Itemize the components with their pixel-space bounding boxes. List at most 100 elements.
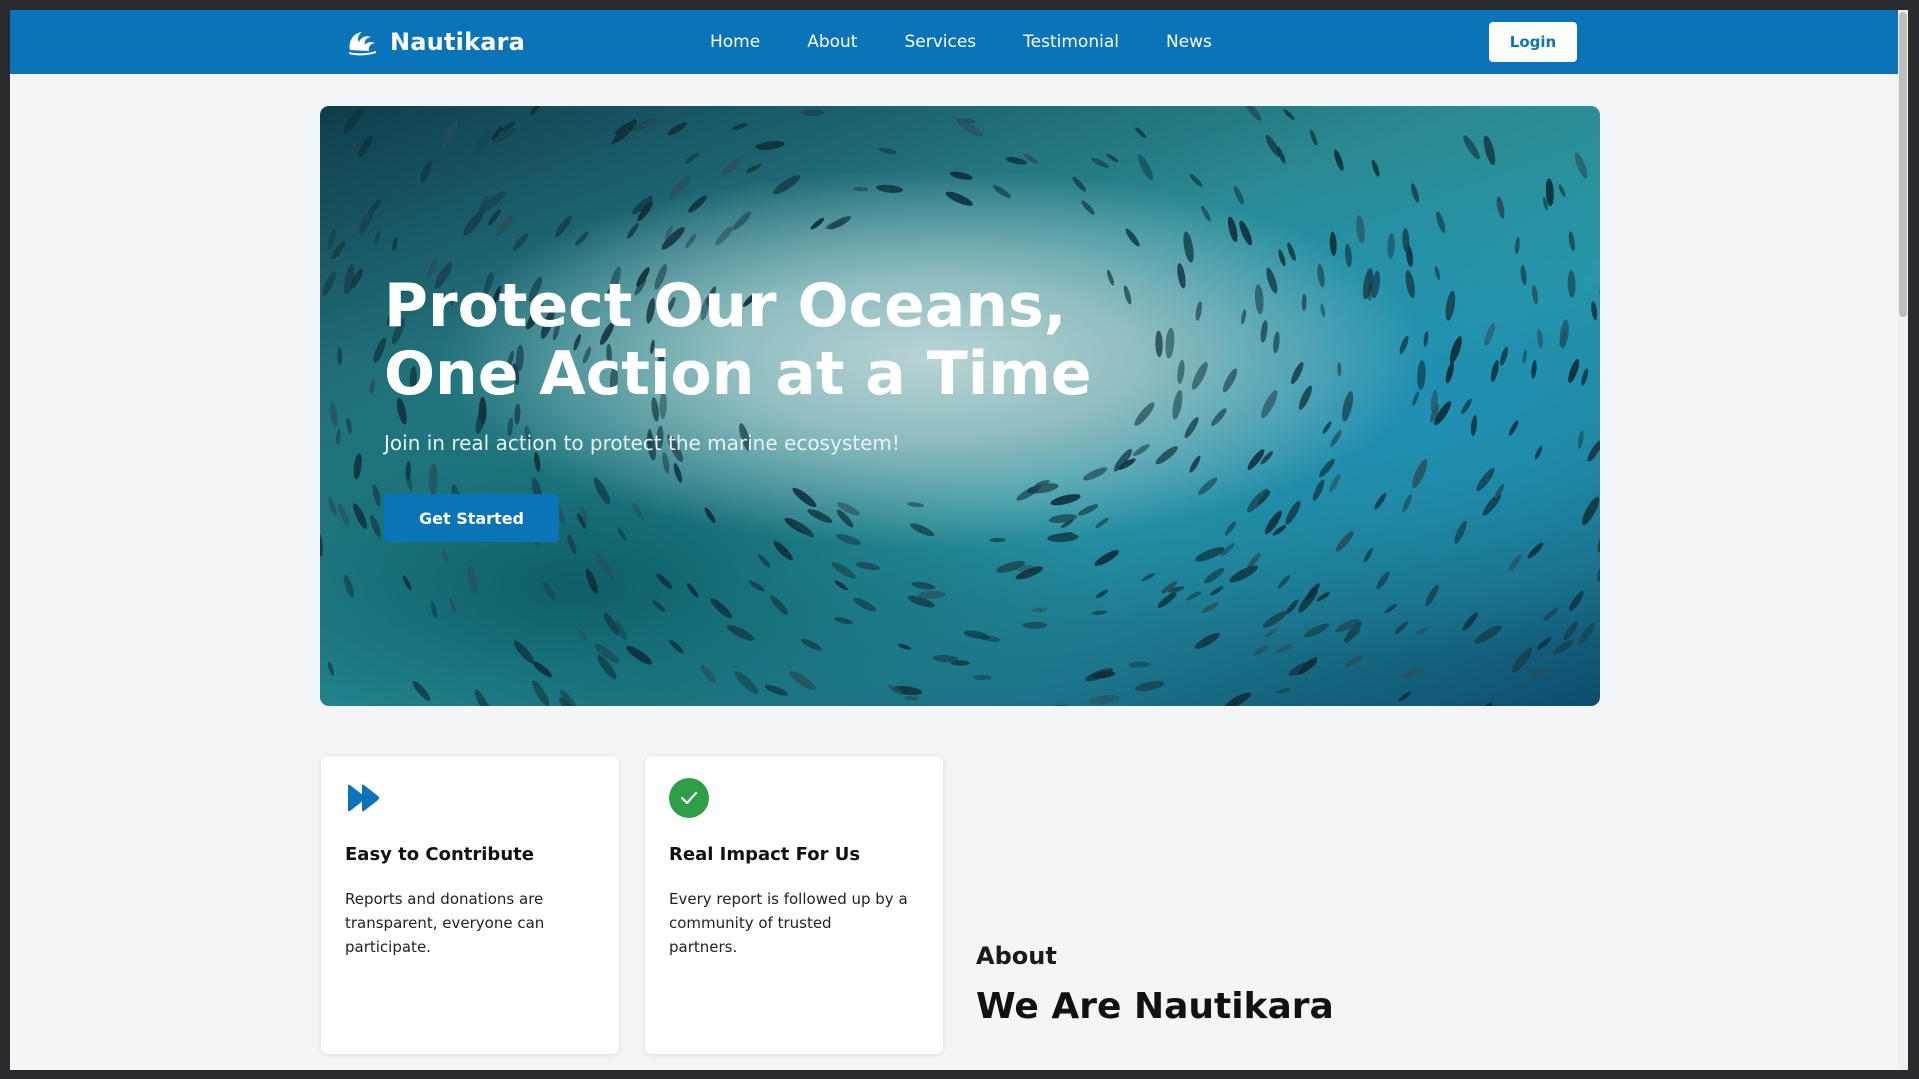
fish-shape [732,211,752,230]
fish-shape [1490,360,1499,382]
nav-link-home[interactable]: Home [710,32,760,52]
fish-shape [1522,349,1528,364]
fish-shape [1412,459,1428,489]
fish-shape [593,477,611,505]
fish-shape [1563,621,1579,641]
fish-shape [1436,211,1446,234]
fish-shape [1322,421,1332,434]
fish-shape [726,624,755,641]
brand-logo[interactable]: Nautikara [346,24,525,60]
fish-shape [1287,242,1296,261]
fish-shape [1091,157,1109,168]
fish-shape [1434,265,1441,281]
fish-shape [1072,176,1086,192]
nav-link-about[interactable]: About [807,32,857,52]
fish-shape [1298,385,1312,410]
fish-shape [1411,183,1419,203]
fish-shape [1191,361,1208,390]
fish-shape [1273,331,1280,354]
fish-shape [530,106,542,115]
fish-shape [1266,267,1278,294]
fish-shape [1531,285,1539,305]
fish-shape [632,502,644,521]
fish-shape [1134,127,1147,138]
fish-shape [748,580,765,592]
fish-shape [1304,623,1329,638]
fish-shape [1201,602,1219,613]
fish-shape [1106,269,1115,286]
fish-shape [1189,173,1203,187]
fish-shape [1329,473,1341,493]
fish-shape [1291,361,1304,385]
fish-shape [800,638,822,651]
scrollbar-thumb[interactable] [1899,12,1907,317]
fish-shape [346,417,352,434]
fish-shape [773,541,793,561]
fish-shape [1599,281,1600,302]
fish-shape [1320,303,1326,318]
fish-shape [662,452,670,474]
fish-shape [704,507,716,524]
nav-link-testimonial[interactable]: Testimonial [1023,32,1119,52]
fish-shape [320,528,323,558]
fish-shape [1374,493,1387,510]
hero-title-line-1: Protect Our Oceans, [384,271,1067,341]
fish-shape [656,573,673,590]
fish-shape [1473,702,1493,706]
fish-shape [1316,591,1330,602]
fish-shape [1520,264,1527,286]
fish-shape [1005,157,1027,165]
fish-shape [758,554,771,568]
fish-shape [715,226,733,246]
fish-shape [1531,360,1537,379]
nav-link-services[interactable]: Services [904,32,976,52]
fish-shape [1363,547,1373,563]
fish-shape [1253,645,1269,656]
fish-shape [1508,420,1519,436]
fish-shape [1260,320,1268,343]
fish-shape [1511,648,1533,673]
fish-shape [1423,330,1429,347]
fish-shape [1581,368,1589,386]
fish-shape [1022,621,1047,629]
login-button[interactable]: Login [1489,22,1577,62]
fish-shape [669,175,691,200]
fast-forward-icon [345,778,385,818]
fish-shape [945,191,973,206]
hero-title: Protect Our Oceans, One Action at a Time [384,272,1092,408]
fish-shape [1134,402,1155,426]
fish-shape [1318,458,1335,478]
vertical-scrollbar[interactable] [1898,10,1908,1070]
fish-shape [1528,667,1548,680]
fish-shape [1597,528,1600,553]
fish-shape [897,643,912,650]
fish-shape [1484,322,1496,346]
fish-shape [322,271,336,296]
fish-shape [1276,688,1291,694]
fish-shape [353,503,368,529]
fish-shape [810,217,825,230]
navbar: Nautikara Home About Services Testimonia… [10,10,1908,74]
fish-shape [1543,607,1558,621]
fish-shape [420,160,432,184]
fish-shape [1405,270,1415,299]
fish-shape [373,705,389,706]
nav-link-news[interactable]: News [1166,32,1212,52]
get-started-button[interactable]: Get Started [384,494,559,542]
fish-shape [1265,628,1278,638]
fish-shape [487,209,501,226]
fish-shape [1553,640,1574,655]
fish-shape [358,135,373,158]
fish-shape [1415,627,1429,635]
fish-shape [1134,680,1165,692]
fish-shape [1399,335,1409,355]
fish-shape [669,639,684,654]
fish-shape [1537,329,1543,349]
check-circle-icon [669,778,709,818]
fish-shape [1394,621,1409,635]
fish-shape [1568,231,1576,252]
fish-shape [792,487,817,508]
fish-shape [453,106,468,113]
fish-shape [1091,610,1108,615]
fish-shape [1449,336,1462,364]
